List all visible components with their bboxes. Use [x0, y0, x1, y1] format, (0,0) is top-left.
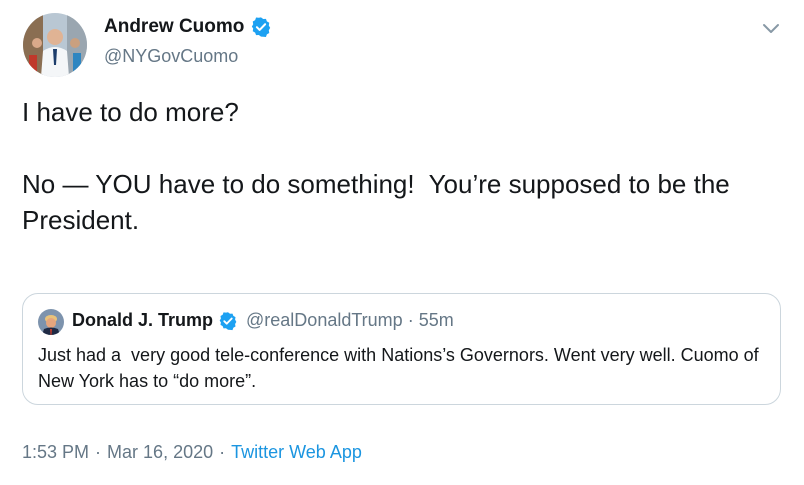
separator-dot: · — [407, 310, 414, 330]
verified-badge-icon — [250, 16, 272, 38]
tweet: Andrew Cuomo @NYGovCuomo I have to do mo… — [0, 0, 804, 485]
quoted-avatar[interactable] — [38, 309, 64, 335]
author-name[interactable]: Andrew Cuomo — [104, 16, 244, 38]
author-name-row[interactable]: Andrew Cuomo — [104, 16, 272, 38]
source-app-link[interactable]: Twitter Web App — [231, 442, 362, 462]
quoted-header: Donald J. Trump @realDonaldTrump · 55m — [72, 310, 454, 331]
quoted-author-handle[interactable]: @realDonaldTrump — [246, 310, 403, 331]
tweet-meta: 1:53 PM · Mar 16, 2020 · Twitter Web App — [22, 442, 362, 463]
quoted-author-name[interactable]: Donald J. Trump — [72, 310, 213, 331]
avatar[interactable] — [23, 13, 87, 77]
separator-dot: · — [95, 442, 102, 462]
quoted-timestamp[interactable]: 55m — [419, 310, 454, 331]
quoted-tweet[interactable]: Donald J. Trump @realDonaldTrump · 55m J… — [22, 293, 781, 405]
verified-badge-icon — [218, 311, 238, 331]
tweet-time[interactable]: 1:53 PM — [22, 442, 89, 462]
author-handle[interactable]: @NYGovCuomo — [104, 46, 238, 67]
separator-dot: · — [219, 442, 226, 462]
tweet-date[interactable]: Mar 16, 2020 — [107, 442, 213, 462]
chevron-down-icon[interactable] — [762, 22, 780, 34]
quoted-text: Just had a very good tele-conference wit… — [38, 345, 764, 391]
tweet-text: I have to do more? No — YOU have to do s… — [22, 97, 730, 235]
